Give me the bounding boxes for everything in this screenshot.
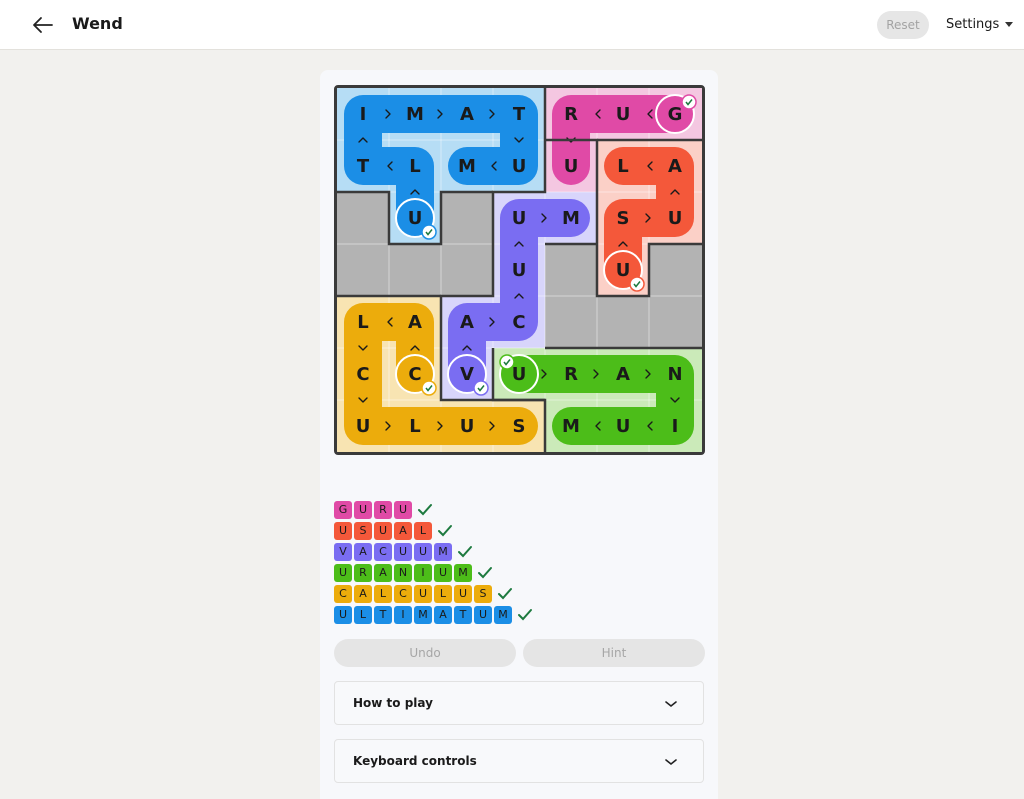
checkmark-icon [458,545,472,557]
checkmark-icon [478,566,492,578]
word-letter-tile: U [394,542,412,561]
word-letter-tile: L [434,584,452,603]
found-word-row: GURU [334,499,534,520]
settings-dropdown[interactable]: Settings [946,17,1014,32]
keyboard-controls-accordion[interactable]: Keyboard controls [334,739,704,783]
word-letter-tile: U [454,584,472,603]
found-word-row: VACUUM [334,541,534,562]
word-letter-tile: M [454,563,472,582]
found-word-row: ULTIMATUM [334,604,534,625]
word-letter-tile: R [354,563,372,582]
undo-button[interactable]: Undo [334,639,516,667]
word-letter-tile: L [414,521,432,540]
word-letter-tile: U [434,563,452,582]
how-to-play-accordion[interactable]: How to play [334,681,704,725]
word-letter-tile: U [334,605,352,624]
word-letter-tile: U [334,563,352,582]
word-letter-tile: M [494,605,512,624]
checkmark-icon [498,587,512,599]
word-letter-tile: L [354,605,372,624]
word-letter-tile: U [374,521,392,540]
word-letter-tile: T [454,605,472,624]
word-letter-tile: L [374,584,392,603]
back-arrow-icon[interactable] [30,12,56,38]
reset-button[interactable]: Reset [877,11,929,39]
word-letter-tile: U [414,542,432,561]
word-letter-tile: I [394,605,412,624]
board-graphics [337,88,702,452]
word-letter-tile: R [374,500,392,519]
chevron-down-icon [665,759,677,766]
settings-label: Settings [946,17,1000,32]
caret-down-icon [1005,22,1014,27]
word-letter-tile: U [394,500,412,519]
found-word-row: USUAL [334,520,534,541]
hint-button[interactable]: Hint [523,639,705,667]
word-letter-tile: C [374,542,392,561]
word-letter-tile: U [354,500,372,519]
found-words-list: GURUUSUALVACUUMURANIUMCALCULUSULTIMATUM [334,499,534,625]
page-title: Wend [72,14,123,33]
word-letter-tile: S [474,584,492,603]
word-letter-tile: V [334,542,352,561]
how-to-play-label: How to play [353,696,433,710]
checkmark-icon [418,503,432,515]
checkmark-icon [438,524,452,536]
word-letter-tile: C [334,584,352,603]
found-word-row: CALCULUS [334,583,534,604]
word-letter-tile: M [434,542,452,561]
word-letter-tile: C [394,584,412,603]
word-letter-tile: A [374,563,392,582]
word-letter-tile: N [394,563,412,582]
word-letter-tile: G [334,500,352,519]
found-word-row: URANIUM [334,562,534,583]
top-bar: Wend Reset Settings [0,0,1024,50]
keyboard-controls-label: Keyboard controls [353,754,477,768]
word-letter-tile: A [434,605,452,624]
word-letter-tile: A [394,521,412,540]
word-letter-tile: A [354,584,372,603]
chevron-down-icon [665,701,677,708]
word-letter-tile: A [354,542,372,561]
word-letter-tile: U [334,521,352,540]
word-letter-tile: U [414,584,432,603]
word-letter-tile: M [414,605,432,624]
word-letter-tile: U [474,605,492,624]
word-letter-tile: S [354,521,372,540]
puzzle-board[interactable]: IMATRUGTLMUULAUUMSUUULAACCCVURANULUSMUI [334,85,705,455]
word-letter-tile: T [374,605,392,624]
word-letter-tile: I [414,563,432,582]
checkmark-icon [518,608,532,620]
